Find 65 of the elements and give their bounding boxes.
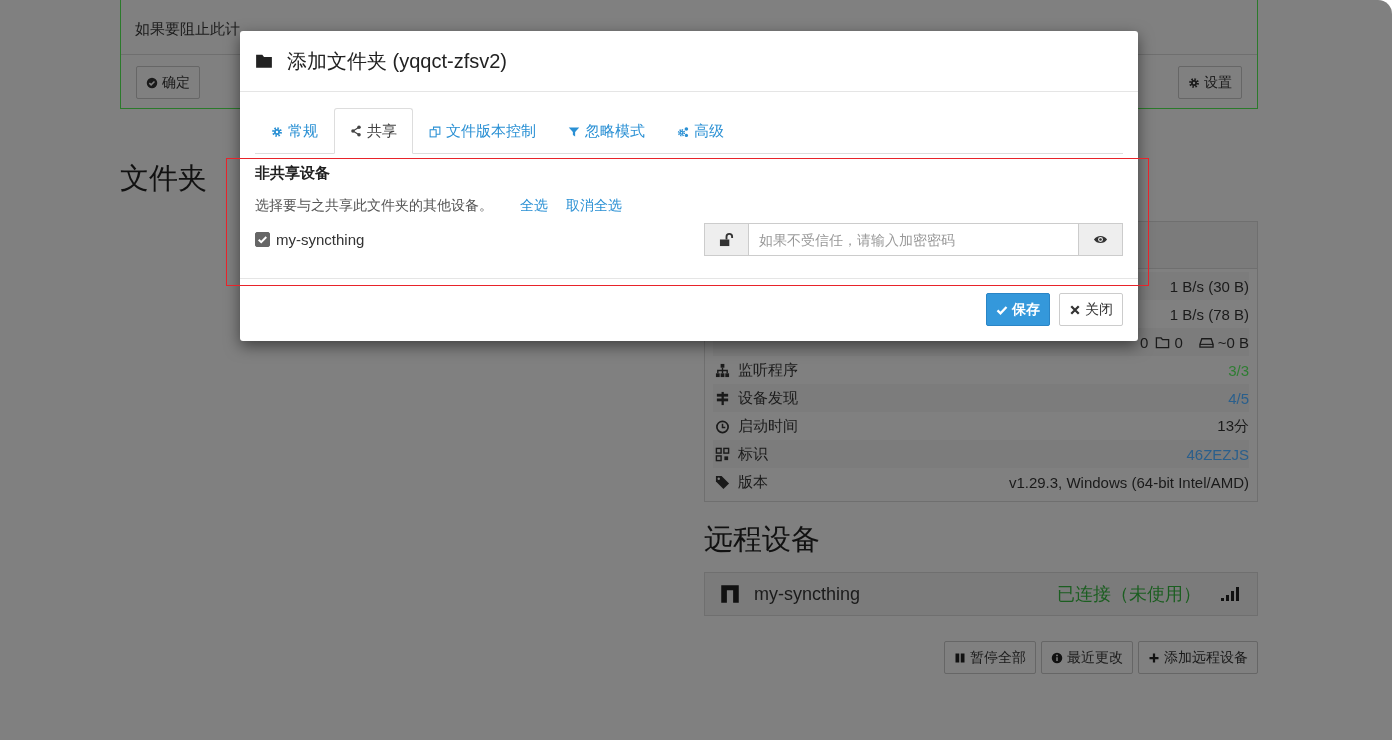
tab[interactable]: 高级 (661, 108, 740, 154)
toolbar-button[interactable]: 添加远程设备 (1138, 641, 1258, 674)
stat-value: 4/5 (1228, 389, 1249, 407)
info-icon (1051, 651, 1063, 664)
folder-icon (255, 52, 273, 70)
connection-status: 已连接（未使用） (1057, 583, 1201, 606)
share-icon (350, 125, 362, 137)
gear-icon (1188, 76, 1200, 89)
pause-icon (954, 651, 966, 664)
gears-icon (677, 125, 689, 138)
stat-value: ~0 B (1217, 333, 1249, 351)
signal-icon (1221, 587, 1239, 601)
check-icon (256, 233, 269, 246)
close-icon (1069, 303, 1081, 316)
copy-icon (429, 125, 441, 138)
remote-device-row[interactable]: my-syncthing 已连接（未使用） (704, 572, 1258, 616)
check-circle-icon (146, 76, 158, 89)
signpost-icon (715, 390, 730, 406)
alert-text: 如果要阻止此计 (135, 20, 240, 37)
password-field[interactable]: 如果不受信任，请输入加密密码 (749, 223, 1078, 256)
toolbar-button[interactable]: 最近更改 (1041, 641, 1133, 674)
checkbox[interactable] (255, 232, 270, 247)
plus-icon (1148, 651, 1160, 664)
dialog-button[interactable]: 保存 (986, 293, 1050, 326)
stat-label: 监听程序 (738, 360, 798, 380)
unlocked-icon (719, 232, 734, 247)
stat-value: 3/3 (1228, 361, 1249, 379)
gear-icon (271, 125, 283, 138)
sitemap-icon (715, 362, 730, 378)
section-heading: 文件夹 (120, 161, 207, 196)
qrcode-icon (715, 446, 730, 462)
device-name: my-syncthing (754, 583, 862, 605)
stat-label: 启动时间 (738, 416, 798, 436)
stat-value: 1 B/s (78 B) (1169, 305, 1249, 323)
filter-icon (568, 125, 580, 138)
stat-label: 设备发现 (738, 388, 798, 408)
stat-label: 版本 (738, 472, 768, 492)
select-link[interactable]: 全选 (520, 197, 548, 215)
dialog-button[interactable]: 关闭 (1059, 293, 1123, 326)
tag-icon (715, 474, 730, 490)
dialog-title: 添加文件夹 (yqqct-zfsv2) (287, 48, 508, 74)
stat-value: 0 (1174, 333, 1183, 351)
tab[interactable]: 忽略模式 (552, 108, 661, 154)
stat-value: v1.29.3, Windows (64-bit Intel/AMD) (1008, 473, 1249, 491)
device-label: my-syncthing (276, 231, 365, 248)
tab[interactable]: 共享 (334, 108, 413, 154)
check-icon (996, 303, 1008, 316)
stat-value: 1 B/s (30 B) (1169, 277, 1249, 295)
stat-value: 46ZEZJS (1186, 445, 1249, 463)
stat-value: 13分 (1217, 416, 1249, 436)
alert-button[interactable]: 设置 (1178, 66, 1242, 99)
tab[interactable]: 常规 (255, 108, 334, 154)
stat-value: 0 (1140, 333, 1149, 351)
alert-button[interactable]: 确定 (136, 66, 200, 99)
section-heading: 非共享设备 (255, 164, 330, 181)
device-icon (720, 584, 740, 604)
section-heading: 远程设备 (704, 522, 820, 557)
toolbar-button[interactable]: 暂停全部 (944, 641, 1036, 674)
stat-label: 标识 (738, 444, 768, 464)
tab[interactable]: 文件版本控制 (413, 108, 552, 154)
description-text: 选择要与之共享此文件夹的其他设备。 (255, 197, 493, 215)
clock-icon (715, 418, 730, 434)
show-password-button[interactable] (1078, 223, 1123, 256)
select-link[interactable]: 取消全选 (566, 197, 622, 215)
folder-icon (1155, 334, 1171, 350)
